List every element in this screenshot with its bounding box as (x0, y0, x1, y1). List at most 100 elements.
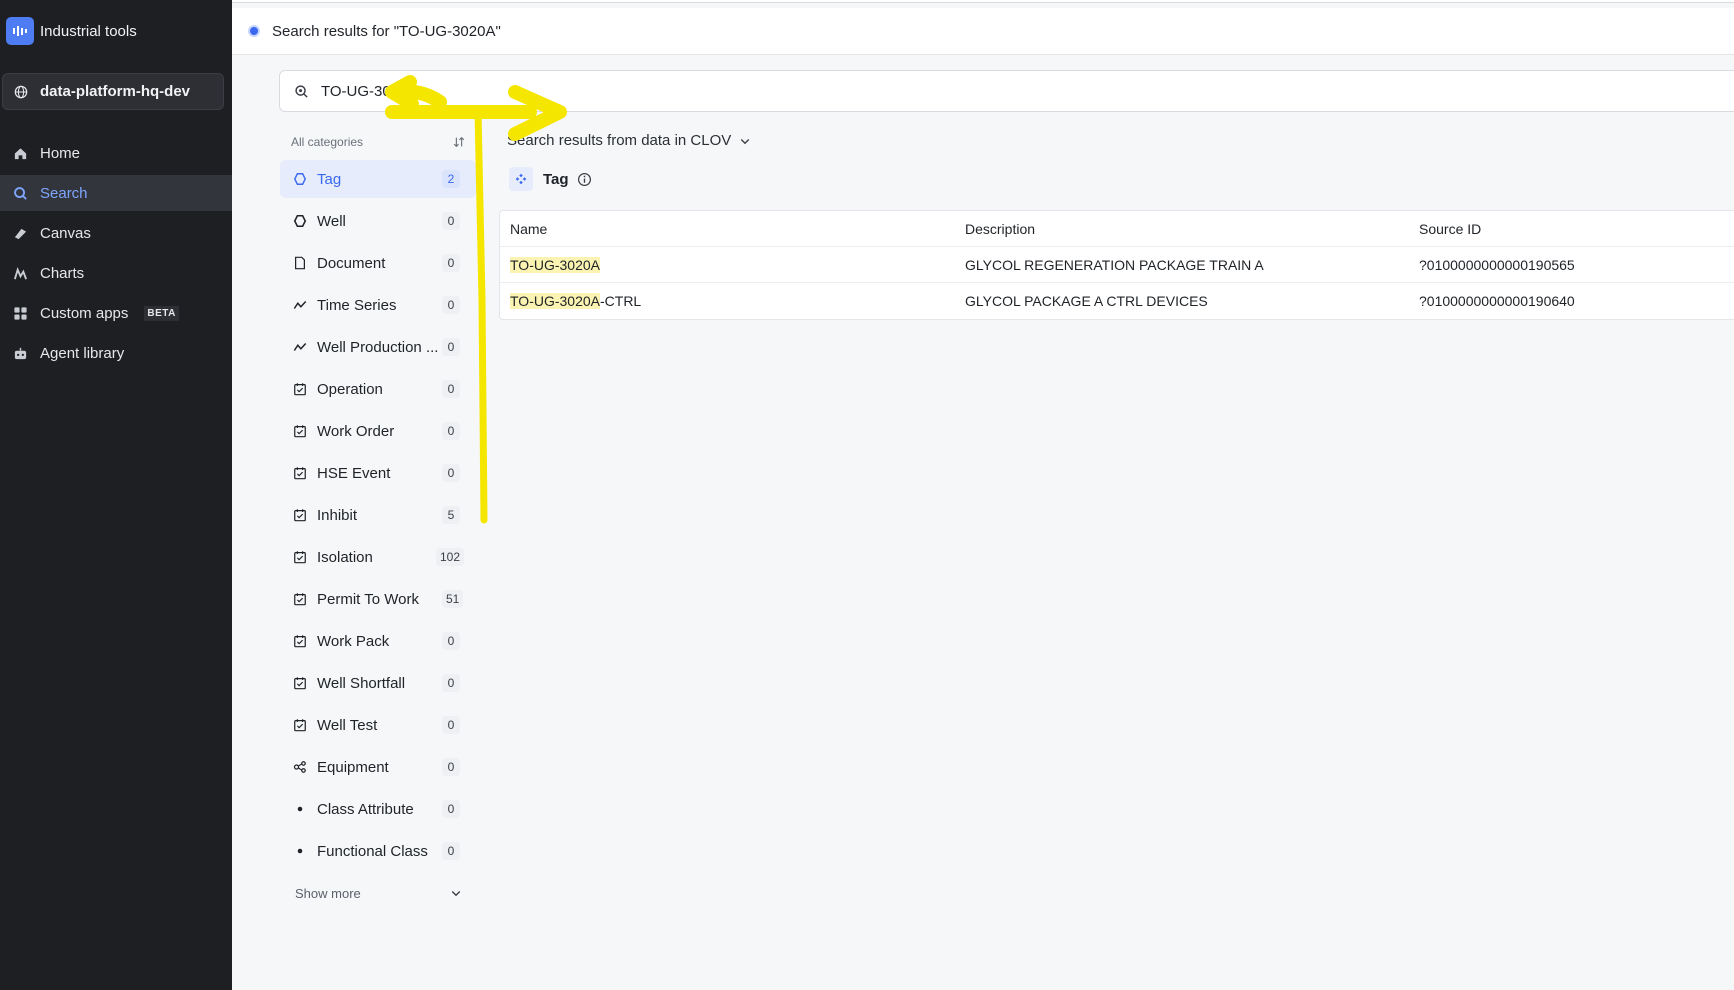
window-top-border (232, 0, 1734, 3)
globe-icon (14, 85, 28, 98)
category-label: Equipment (317, 758, 389, 776)
sidebar-item-canvas[interactable]: Canvas (0, 215, 232, 251)
page-header: Search results for "TO-UG-3020A" (232, 8, 1734, 55)
table-row[interactable]: TO-UG-3020A GLYCOL REGENERATION PACKAGE … (500, 247, 1734, 283)
sort-icon[interactable] (452, 135, 466, 149)
sidebar-item-agent-library[interactable]: Agent library (0, 335, 232, 371)
document-icon (293, 256, 307, 270)
project-selector[interactable]: data-platform-hq-dev (2, 73, 224, 110)
category-count: 2 (442, 170, 460, 188)
well-test-icon (293, 718, 307, 732)
category-label: Well Test (317, 716, 378, 734)
category-count: 102 (435, 548, 464, 566)
category-label: Time Series (317, 296, 397, 314)
work-pack-icon (293, 634, 307, 648)
search-input[interactable] (321, 82, 821, 100)
column-header-name[interactable]: Name (500, 221, 955, 237)
sidebar-item-home[interactable]: Home (0, 135, 232, 171)
cell-source-id: ?0100000000000190640 (1419, 293, 1575, 309)
cell-source-id: ?0100000000000190565 (1419, 256, 1575, 273)
sidebar-item-custom-apps[interactable]: Custom apps BETA (0, 295, 232, 331)
category-count: 0 (442, 674, 460, 692)
sidebar-item-label: Custom apps (40, 304, 129, 322)
isolation-icon (293, 550, 307, 564)
sidebar-item-label: Search (40, 184, 88, 202)
time-series-icon (293, 298, 307, 312)
well-shortfall-icon (293, 676, 307, 690)
category-item[interactable]: Well Test 0 (280, 706, 476, 744)
class-attribute-icon (293, 802, 307, 816)
app-logo-icon (6, 17, 34, 45)
category-item[interactable]: Equipment 0 (280, 748, 476, 786)
category-item[interactable]: Functional Class 0 (280, 832, 476, 870)
cell-name: TO-UG-3020A (500, 256, 955, 273)
categories-header-label: All categories (291, 135, 364, 149)
category-count: 0 (442, 254, 460, 272)
category-item[interactable]: Tag 2 (280, 160, 476, 198)
category-label: HSE Event (317, 464, 391, 482)
category-count: 0 (442, 758, 460, 776)
info-icon[interactable] (577, 172, 592, 187)
category-item[interactable]: Isolation 102 (280, 538, 476, 576)
category-label: Operation (317, 380, 383, 398)
hse-event-icon (293, 466, 307, 480)
category-item[interactable]: Permit To Work 51 (280, 580, 476, 618)
category-count: 0 (442, 800, 460, 818)
category-count: 0 (442, 464, 460, 482)
data-source-label: Search results from data in CLOV (507, 132, 732, 149)
search-match-highlight: TO-UG-3020A (510, 256, 600, 273)
category-item[interactable]: Work Pack 0 (280, 622, 476, 660)
sidebar-item-charts[interactable]: Charts (0, 255, 232, 291)
chevron-down-icon (741, 138, 750, 144)
project-name: data-platform-hq-dev (40, 83, 190, 100)
category-item[interactable]: HSE Event 0 (280, 454, 476, 492)
category-count: 0 (442, 632, 460, 650)
sidebar-item-label: Charts (40, 264, 85, 282)
category-item[interactable]: Time Series 0 (280, 286, 476, 324)
cell-name: TO-UG-3020A-CTRL (500, 293, 955, 309)
sidebar-item-search[interactable]: Search (0, 175, 232, 211)
show-more-button[interactable]: Show more (280, 874, 476, 912)
search-match-highlight: TO-UG-3020A (510, 293, 600, 309)
column-header-source-id[interactable]: Source ID (1409, 221, 1734, 237)
category-item[interactable]: Well 0 (280, 202, 476, 240)
category-item[interactable]: Document 0 (280, 244, 476, 282)
category-label: Permit To Work (317, 590, 419, 608)
app-name: Industrial tools (40, 22, 137, 40)
equipment-icon (293, 760, 307, 774)
beta-badge: BETA (144, 305, 179, 321)
search-icon (295, 84, 308, 98)
category-label: Work Order (317, 422, 395, 440)
category-item[interactable]: Well Production ... 0 (280, 328, 476, 366)
name-suffix: -CTRL (600, 293, 642, 309)
chevron-down-icon (451, 891, 461, 897)
category-item[interactable]: Class Attribute 0 (280, 790, 476, 828)
grid-icon (12, 305, 28, 321)
show-more-label: Show more (295, 885, 361, 901)
category-list: All categories Tag 2 Well 0 Document 0 Time Se… (280, 128, 476, 912)
result-section-header: Tag (509, 167, 592, 191)
category-item[interactable]: Operation 0 (280, 370, 476, 408)
app-brand[interactable]: Industrial tools (6, 17, 137, 45)
charts-icon (12, 265, 28, 281)
data-source-selector[interactable]: Search results from data in CLOV (507, 132, 751, 149)
canvas-icon (12, 225, 28, 241)
categories-header: All categories (280, 128, 476, 156)
well-production-icon (293, 340, 307, 354)
category-label: Work Pack (317, 632, 390, 650)
search-bar[interactable] (279, 70, 1734, 112)
category-item[interactable]: Well Shortfall 0 (280, 664, 476, 702)
tag-icon (293, 172, 307, 186)
category-label: Tag (317, 170, 342, 188)
category-item[interactable]: Inhibit 5 (280, 496, 476, 534)
cell-description: GLYCOL PACKAGE A CTRL DEVICES (965, 293, 1208, 309)
category-item[interactable]: Work Order 0 (280, 412, 476, 450)
category-label: Functional Class (317, 842, 428, 860)
sidebar-item-label: Home (40, 144, 81, 162)
table-row[interactable]: TO-UG-3020A-CTRL GLYCOL PACKAGE A CTRL D… (500, 283, 1734, 319)
annotation-overlay (385, 75, 567, 524)
sidebar-item-label: Canvas (40, 224, 91, 242)
column-header-description[interactable]: Description (955, 221, 1409, 237)
category-label: Class Attribute (317, 800, 414, 818)
table-header: Name Description Source ID (500, 211, 1734, 247)
